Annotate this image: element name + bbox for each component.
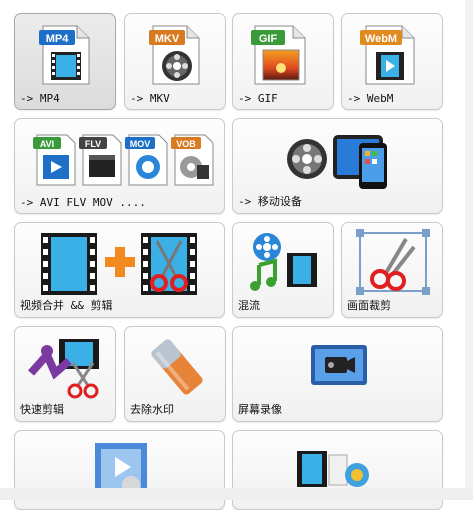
tile-label: -> 移动设备	[238, 195, 302, 208]
tile-label: -> MP4	[20, 92, 60, 105]
webm-file-icon: WebM	[360, 25, 415, 85]
video-merge-icon	[41, 233, 197, 295]
mov-file: MOV	[125, 134, 168, 186]
gif-file-icon: GIF	[251, 25, 306, 85]
tile-label: 去除水印	[130, 403, 174, 416]
film-strip-right	[141, 233, 197, 295]
screen-record-icon	[311, 345, 367, 385]
tile-to-mkv[interactable]: MKV -> MKV	[124, 13, 226, 110]
eraser-icon	[151, 339, 203, 395]
svg-text:AVI: AVI	[40, 139, 54, 149]
crop-icon	[356, 229, 430, 295]
tile-label: -> MKV	[130, 92, 170, 105]
tile-label: 画面裁剪	[347, 299, 391, 312]
multi-format-files-icon: AVI FLV MOV VOB	[33, 134, 214, 186]
mp4-badge-text: MP4	[46, 33, 70, 45]
vob-file: VOB	[171, 134, 214, 186]
webm-badge-text: WebM	[365, 33, 397, 45]
scrollbar[interactable]	[465, 0, 473, 500]
tile-to-webm[interactable]: WebM -> WebM	[341, 13, 443, 110]
tile-label: 屏幕录像	[238, 403, 282, 416]
tile-label: 混流	[238, 299, 260, 312]
tile-label: -> AVI FLV MOV ....	[20, 196, 146, 209]
tile-label: 快速剪辑	[20, 403, 64, 416]
bottom-strip	[0, 488, 473, 500]
plus-icon	[105, 247, 135, 277]
svg-text:MOV: MOV	[130, 139, 151, 149]
tile-label: -> GIF	[238, 92, 278, 105]
svg-text:VOB: VOB	[176, 139, 196, 149]
mkv-badge-text: MKV	[155, 33, 180, 45]
mux-icon	[250, 233, 317, 291]
svg-text:FLV: FLV	[85, 139, 101, 149]
avi-file: AVI	[33, 134, 76, 186]
tile-mux[interactable]: 混流	[232, 222, 334, 318]
mkv-file-icon: MKV	[149, 25, 200, 85]
film-strip-left	[41, 233, 97, 295]
tile-remove-watermark[interactable]: 去除水印	[124, 326, 226, 422]
tile-to-mobile-device[interactable]: -> 移动设备	[232, 118, 443, 214]
gif-badge-text: GIF	[259, 33, 278, 45]
mobile-device-icon	[287, 135, 387, 189]
tile-quick-cut[interactable]: 快速剪辑	[14, 326, 116, 422]
quick-cut-icon	[28, 339, 99, 399]
tile-crop[interactable]: 画面裁剪	[341, 222, 443, 318]
tile-to-gif[interactable]: GIF -> GIF	[232, 13, 334, 110]
tile-to-mp4[interactable]: MP4 -> MP4	[14, 13, 116, 110]
tile-label: -> WebM	[347, 92, 394, 105]
tile-screen-record[interactable]: 屏幕录像	[232, 326, 443, 422]
mp4-file-icon: MP4	[39, 25, 90, 85]
tile-to-other-formats[interactable]: AVI FLV MOV VOB -> AVI FLV MOV ....	[14, 118, 225, 214]
tile-label: 视频合并 && 剪辑	[20, 299, 113, 312]
tile-video-merge-edit[interactable]: 视频合并 && 剪辑	[14, 222, 225, 318]
flv-file: FLV	[79, 134, 122, 186]
